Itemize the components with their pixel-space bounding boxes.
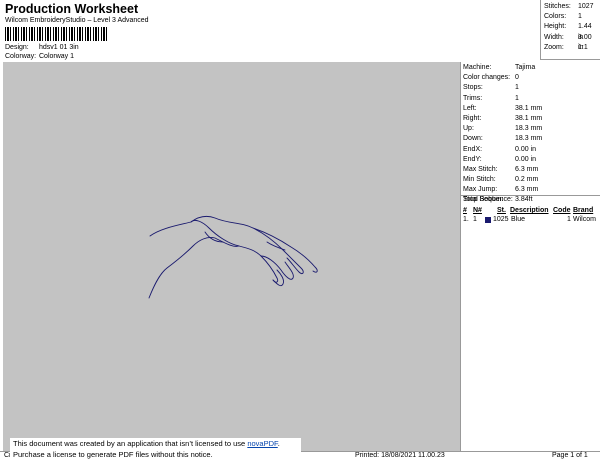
summary-stitches: Stitches: 1027: [544, 3, 594, 10]
novapdf-link[interactable]: novaPDF: [247, 439, 277, 448]
info-up: Up: 18.3 mm: [463, 125, 543, 133]
page-number: Page 1 of 1: [552, 452, 588, 459]
table-row: 1. 1 1025 Blue 1 Wilcom: [463, 216, 598, 225]
row-code: 1: [567, 216, 571, 223]
design-value: hdsv1 01 3in: [39, 44, 79, 51]
thread-color-swatch: [485, 217, 491, 223]
info-endx: EndX: 0.00 in: [463, 145, 537, 153]
col-description: Description: [510, 207, 549, 214]
info-right: Right: 38.1 mm: [463, 114, 543, 122]
info-down: Down: 18.3 mm: [463, 135, 543, 143]
design-canvas: [3, 62, 460, 451]
machine-info-panel: Machine: Tajima Color changes: 0 Stops: 1 T…: [460, 62, 600, 451]
col-brand: Brand: [573, 207, 594, 214]
summary-width: Width: 3.00 in: [544, 33, 592, 51]
design-label: Design:: [5, 44, 29, 51]
notice-line-2: Purchase a license to generate PDF files…: [13, 450, 213, 459]
colorway-label: Colorway:: [5, 53, 37, 60]
stop-sequence-header: # N# St. Description Code Brand: [463, 207, 598, 216]
info-min-stitch: Min Stitch: 0.2 mm: [463, 176, 539, 184]
page-title: Production Worksheet: [5, 2, 139, 16]
col-stitches: St.: [497, 207, 506, 214]
info-max-jump: Max Jump: 6.3 mm: [463, 186, 539, 194]
printed-timestamp: Printed: 18/08/2021 11.00.23: [355, 452, 445, 459]
info-max-stitch: Max Stitch: 6.3 mm: [463, 165, 539, 173]
info-trims: Trims: 1: [463, 94, 519, 102]
summary-box: Stitches: 1027 Colors: 1 Height: 1.44 in Wi…: [540, 0, 600, 60]
summary-height: Height: 1.44 in: [544, 23, 592, 41]
row-brand: Wilcom: [573, 216, 596, 223]
info-color-changes: Color changes: 0: [463, 74, 519, 82]
summary-zoom: Zoom: 1:1: [544, 43, 588, 51]
barcode: [5, 27, 108, 41]
info-stops: Stops: 1: [463, 84, 519, 92]
notice-line-1: This document was created by an applicat…: [13, 439, 280, 448]
col-needle: N#: [473, 207, 482, 214]
summary-colors: Colors: 1: [544, 13, 582, 21]
design-row: Design: hdsv1 01 3in: [5, 44, 125, 53]
machine-info-list: Machine: Tajima Color changes: 0 Stops: 1 T…: [463, 63, 598, 206]
row-description: Blue: [511, 216, 526, 223]
col-code: Code: [553, 207, 571, 214]
row-needle: 1: [473, 216, 477, 223]
info-left: Left: 38.1 mm: [463, 104, 543, 112]
info-machine: Machine: Tajima: [463, 64, 536, 71]
colorway-row: Colorway: Colorway 1: [5, 53, 125, 62]
col-num: #: [463, 207, 467, 214]
row-stitches: 1025: [493, 216, 509, 223]
software-subtitle: Wilcom EmbroideryStudio – Level 3 Advanc…: [5, 17, 149, 24]
hand-sketch-illustration: [148, 215, 318, 299]
license-notice: This document was created by an applicat…: [10, 438, 301, 464]
info-endy: EndY: 0.00 in: [463, 155, 537, 163]
row-num: 1.: [463, 216, 469, 223]
stop-sequence-title: Stop Sequence:: [463, 196, 513, 203]
colorway-value: Colorway 1: [39, 53, 75, 60]
summary-list: Stitches: 1027 Colors: 1 Height: 1.44 in Wi…: [544, 2, 599, 53]
